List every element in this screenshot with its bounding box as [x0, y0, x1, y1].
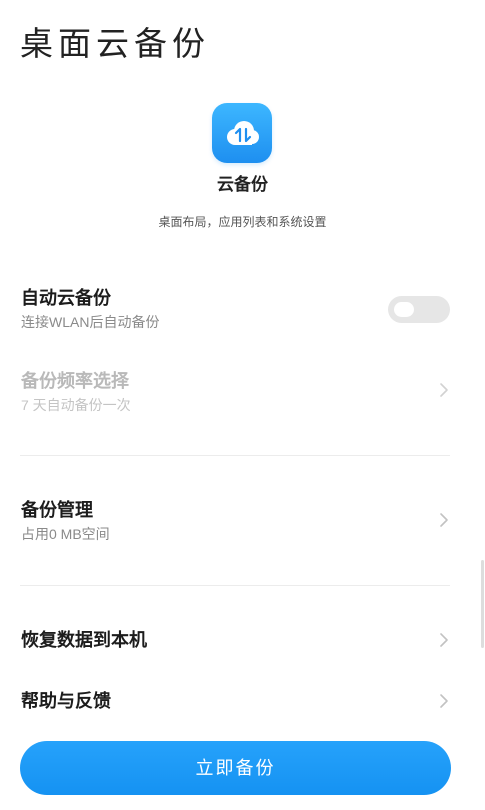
page-title: 桌面云备份 — [20, 25, 210, 62]
toggle-knob — [394, 302, 414, 317]
help-feedback-row[interactable]: 帮助与反馈 — [0, 672, 485, 730]
chevron-right-icon — [440, 513, 448, 527]
app-name: 云备份 — [217, 175, 268, 194]
help-feedback-title: 帮助与反馈 — [21, 691, 111, 711]
restore-data-title: 恢复数据到本机 — [21, 630, 147, 650]
divider — [20, 585, 450, 586]
chevron-right-icon — [440, 694, 448, 708]
auto-backup-row[interactable]: 自动云备份 连接WLAN后自动备份 — [0, 280, 485, 335]
chevron-right-icon — [440, 633, 448, 647]
auto-backup-title: 自动云备份 — [21, 288, 111, 308]
chevron-right-icon — [440, 383, 448, 397]
app-description: 桌面布局，应用列表和系统设置 — [158, 215, 327, 229]
backup-management-subtitle: 占用0 MB空间 — [21, 526, 110, 542]
cloud-sync-icon — [212, 103, 272, 163]
backup-now-button[interactable]: 立即备份 — [20, 741, 451, 795]
backup-frequency-title: 备份频率选择 — [21, 371, 129, 391]
backup-frequency-subtitle: 7 天自动备份一次 — [21, 397, 131, 413]
restore-data-row[interactable]: 恢复数据到本机 — [0, 610, 485, 670]
auto-backup-toggle[interactable] — [388, 296, 450, 323]
divider — [20, 455, 450, 456]
backup-management-row[interactable]: 备份管理 占用0 MB空间 — [0, 491, 485, 549]
auto-backup-subtitle: 连接WLAN后自动备份 — [21, 314, 160, 330]
backup-management-title: 备份管理 — [21, 500, 93, 520]
backup-frequency-row: 备份频率选择 7 天自动备份一次 — [0, 362, 485, 418]
scrollbar[interactable] — [481, 560, 484, 648]
